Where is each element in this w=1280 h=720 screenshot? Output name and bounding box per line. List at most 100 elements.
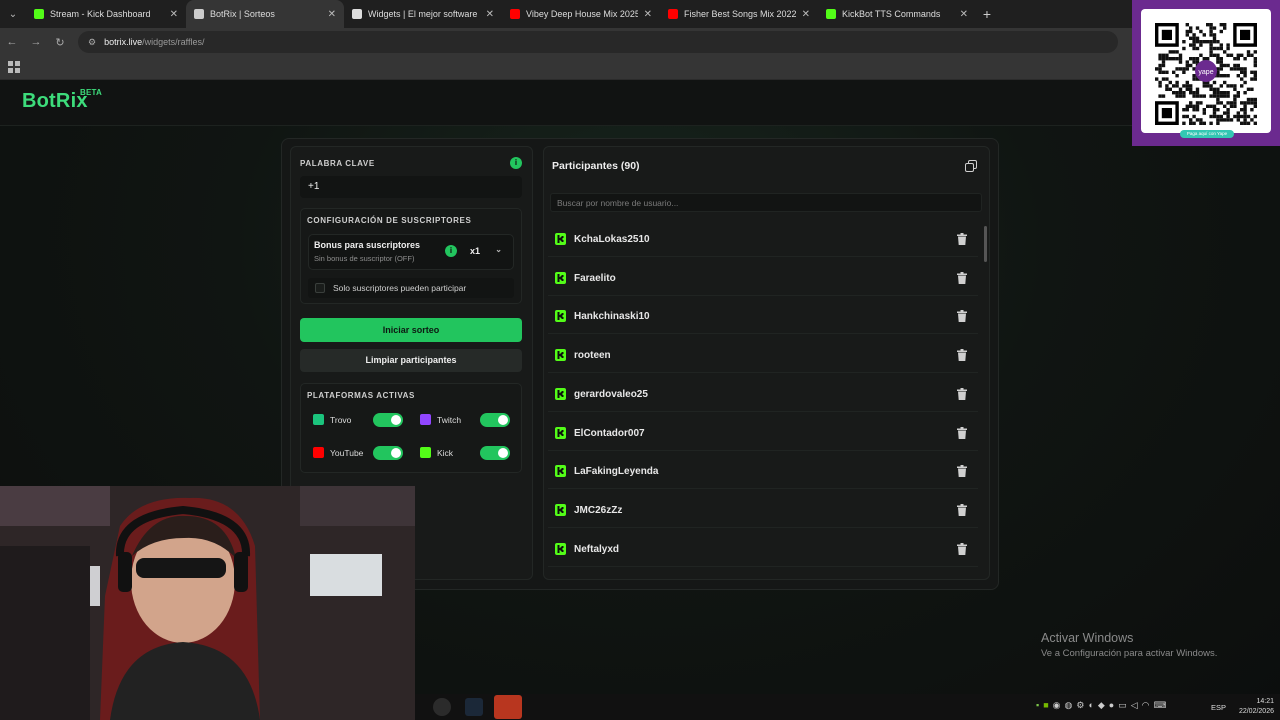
participant-search-input[interactable] — [550, 193, 982, 212]
keyword-info-icon[interactable]: i — [510, 157, 522, 169]
platform-toggle[interactable] — [373, 446, 403, 460]
url-field[interactable]: ⚙ botrix.live/widgets/raffles/ — [78, 31, 1118, 53]
gpu-icon[interactable]: ▪ — [1036, 700, 1039, 711]
close-tab-icon[interactable]: ✕ — [170, 9, 178, 20]
browser-tab[interactable]: Fisher Best Songs Mix 2022 ✕ — [660, 0, 818, 28]
display-icon[interactable]: ▭ — [1118, 700, 1127, 711]
trash-icon[interactable] — [957, 349, 967, 362]
qr-caption: Paga aquí con Yape — [1180, 130, 1234, 138]
chrome-taskbar-icon[interactable] — [433, 698, 451, 716]
wifi-icon[interactable]: ◠ — [1142, 700, 1150, 711]
clock[interactable]: 14:21 22/02/2026 — [1234, 697, 1274, 717]
trash-icon[interactable] — [957, 426, 967, 439]
participant-name: rooteen — [574, 350, 611, 362]
settings-icon[interactable]: ⚙ — [1076, 700, 1084, 711]
only-subs-label: Solo suscriptores pueden participar — [333, 283, 467, 293]
shield-icon[interactable]: ◆ — [1098, 700, 1105, 711]
yape-qr-code: yape — [1141, 9, 1271, 133]
tab-favicon-icon — [510, 9, 520, 19]
platform-toggle[interactable] — [373, 413, 403, 427]
back-icon[interactable]: ← — [0, 36, 24, 48]
participants-scroll-thumb[interactable] — [984, 226, 987, 262]
system-tray: ▪ ■ ◉ ◍ ⚙ ◐ ◆ ● ▭ ◁ ◠ ⌨ — [1036, 700, 1167, 711]
keyboard-icon[interactable]: ⌨ — [1154, 700, 1167, 711]
browser-tab[interactable]: Vibey Deep House Mix 2025 | M ✕ — [502, 0, 660, 28]
tab-search-icon[interactable]: ⌄ — [0, 0, 26, 28]
participant-row: gerardovaleo25 — [548, 377, 978, 412]
microphone-icon[interactable]: ● — [1109, 700, 1114, 711]
participant-row: JMC26zZz — [548, 493, 978, 528]
clear-participants-button[interactable]: Limpiar participantes — [300, 349, 522, 372]
webcam-overlay — [0, 486, 415, 720]
forward-icon[interactable]: → — [24, 36, 48, 48]
trash-icon[interactable] — [957, 310, 967, 323]
tab-title: KickBot TTS Commands — [842, 9, 941, 19]
browser-tab[interactable]: Stream - Kick Dashboard ✕ — [26, 0, 186, 28]
kick-icon — [555, 503, 566, 516]
apps-grid-icon[interactable] — [8, 61, 20, 73]
kick-icon — [555, 310, 566, 323]
close-tab-icon[interactable]: ✕ — [644, 9, 652, 20]
tab-favicon-icon — [194, 9, 204, 19]
participant-row: Hankchinaski10 — [548, 299, 978, 335]
steam-taskbar-icon[interactable] — [465, 698, 483, 716]
platform-name: Trovo — [330, 415, 352, 425]
language-indicator[interactable]: ESP — [1211, 703, 1226, 712]
multiplier-select[interactable]: x1 ⌄ — [464, 243, 508, 261]
bonus-subtitle: Sin bonus de suscriptor (OFF) — [314, 254, 415, 263]
botrix-logo[interactable]: BotRix BETA — [22, 88, 102, 113]
discord-icon[interactable]: ◍ — [1065, 700, 1073, 711]
participant-row: Faraelito — [548, 261, 978, 296]
participant-row: KchaLokas2510 — [548, 222, 978, 257]
participant-row: LaFakingLeyenda — [548, 454, 978, 490]
copy-icon[interactable] — [965, 160, 977, 172]
tab-favicon-icon — [34, 9, 44, 19]
nvidia-icon[interactable]: ■ — [1043, 700, 1048, 711]
kick-icon — [555, 233, 566, 245]
participant-name: gerardovaleo25 — [574, 388, 648, 400]
trash-icon[interactable] — [957, 465, 967, 478]
tray-app-icon[interactable]: ◉ — [1053, 700, 1061, 711]
participant-name: ElContador007 — [574, 427, 645, 439]
participant-row: Neftalyxd — [548, 532, 978, 567]
reload-icon[interactable]: ↻ — [48, 36, 72, 49]
site-info-icon[interactable]: ⚙ — [88, 37, 96, 48]
close-tab-icon[interactable]: ✕ — [486, 9, 494, 20]
trash-icon[interactable] — [957, 233, 967, 245]
trash-icon[interactable] — [957, 387, 967, 400]
address-bar: ← → ↻ ⚙ botrix.live/widgets/raffles/ — [0, 28, 1280, 56]
platform-toggle[interactable] — [480, 413, 510, 427]
multiplier-value: x1 — [470, 246, 481, 256]
browser-tab[interactable]: Widgets | El mejor software pa ✕ — [344, 0, 502, 28]
subscriber-config-label: CONFIGURACIÓN DE SUSCRIPTORES — [307, 216, 472, 225]
keyword-label: PALABRA CLAVE — [300, 159, 375, 168]
trash-icon[interactable] — [957, 271, 967, 284]
keyword-input[interactable]: +1 — [300, 176, 522, 198]
volume-icon[interactable]: ◁ — [1131, 700, 1138, 711]
trash-icon[interactable] — [957, 542, 967, 555]
app-taskbar-icon[interactable] — [494, 695, 522, 719]
bonus-info-icon[interactable]: i — [445, 245, 457, 257]
platform-toggle[interactable] — [480, 446, 510, 460]
participant-name: Faraelito — [574, 272, 616, 284]
close-tab-icon[interactable]: ✕ — [328, 9, 336, 20]
browser-tab[interactable]: KickBot TTS Commands ✕ — [818, 0, 976, 28]
platform-name: YouTube — [330, 448, 364, 458]
only-subs-checkbox[interactable] — [315, 283, 325, 293]
platform-name: Twitch — [437, 415, 462, 425]
browser-tab[interactable]: BotRix | Sorteos ✕ — [186, 0, 344, 28]
close-tab-icon[interactable]: ✕ — [802, 9, 810, 20]
tab-favicon-icon — [352, 9, 362, 19]
twitch-icon — [420, 414, 431, 425]
participant-name: JMC26zZz — [574, 504, 623, 516]
bookmarks-bar — [0, 56, 1280, 80]
participants-scrollbar[interactable] — [984, 222, 988, 578]
steam-tray-icon[interactable]: ◐ — [1088, 700, 1093, 711]
close-tab-icon[interactable]: ✕ — [960, 9, 968, 20]
start-raffle-button[interactable]: Iniciar sorteo — [300, 318, 522, 342]
participants-list: KchaLokas2510 Faraelito Hankchinaski10 root… — [548, 222, 980, 578]
new-tab-button[interactable]: + — [976, 6, 998, 22]
bonus-title: Bonus para suscriptores — [314, 240, 421, 250]
activate-windows-subtitle: Ve a Configuración para activar Windows. — [1041, 648, 1218, 659]
trash-icon[interactable] — [957, 503, 967, 516]
